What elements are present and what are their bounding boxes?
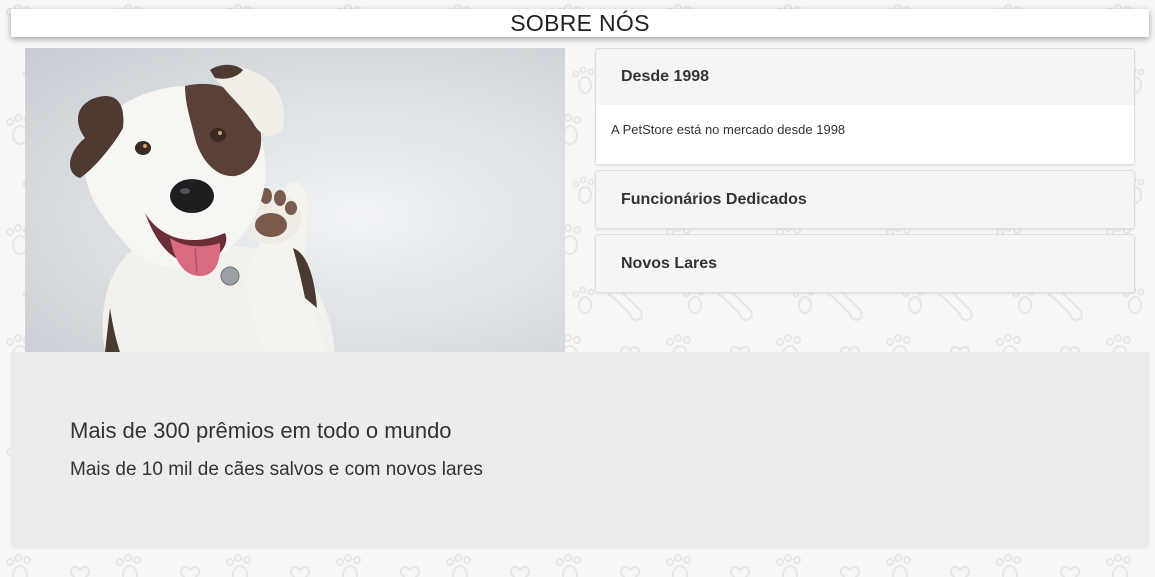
- stats-panel: Mais de 300 prêmios em todo o mundo Mais…: [11, 352, 1149, 548]
- awards-text: Mais de 300 prêmios em todo o mundo: [70, 418, 452, 443]
- rescued-dogs-text: Mais de 10 mil de cães salvos e com novo…: [70, 459, 483, 480]
- dog-photo: [25, 48, 565, 352]
- page-title: SOBRE NÓS: [510, 10, 650, 36]
- about-accordion: Desde 1998 A PetStore está no mercado de…: [595, 48, 1135, 298]
- dog-illustration: [69, 64, 335, 352]
- accordion-item-novos-lares: Novos Lares: [595, 234, 1135, 293]
- title-bar: SOBRE NÓS: [11, 9, 1149, 37]
- accordion-header-funcionarios[interactable]: Funcionários Dedicados: [596, 171, 1134, 228]
- accordion-item-funcionarios: Funcionários Dedicados: [595, 170, 1135, 229]
- accordion-item-desde-1998: Desde 1998 A PetStore está no mercado de…: [595, 48, 1135, 165]
- accordion-header-novos-lares[interactable]: Novos Lares: [596, 235, 1134, 292]
- accordion-body-desde-1998: A PetStore está no mercado desde 1998: [596, 105, 1134, 164]
- accordion-header-desde-1998[interactable]: Desde 1998: [596, 49, 1134, 105]
